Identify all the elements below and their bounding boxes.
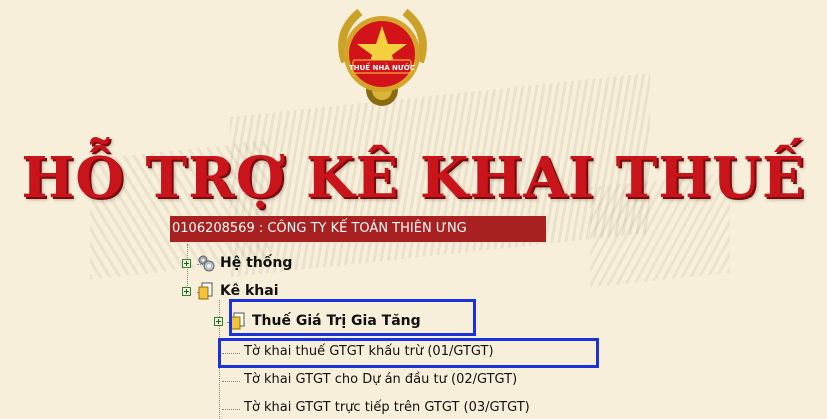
expand-icon[interactable] (214, 316, 223, 326)
document-icon (198, 282, 213, 300)
tree-node-label: Kê khai (220, 283, 279, 299)
expand-icon[interactable] (182, 286, 191, 296)
page-title: HỖ TRỢ KÊ KHAI THUẾ (21, 145, 806, 211)
tree-item-label: Tờ khai GTGT cho Dự án đầu tư (02/GTGT) (244, 372, 518, 387)
tree-node-declaration[interactable]: Kê khai (182, 282, 279, 300)
tree-connector (222, 409, 240, 410)
tree-item-form-02-gtgt[interactable]: Tờ khai GTGT cho Dự án đầu tư (02/GTGT) (244, 372, 517, 387)
gears-icon (198, 255, 215, 272)
expand-icon[interactable] (182, 258, 191, 268)
highlight-box-form-01 (218, 338, 599, 368)
tree-node-system[interactable]: Hệ thống (182, 254, 292, 272)
company-header[interactable]: 0106208569 : CÔNG TY KẾ TOÁN THIÊN ƯNG (170, 216, 546, 242)
tax-emblem-icon: THUẾ NHÀ NƯỚC (338, 8, 427, 106)
highlight-box-vat (229, 299, 476, 336)
emblem-label: THUẾ NHÀ NƯỚC (349, 62, 415, 72)
tree-connector (222, 381, 240, 382)
tree-node-label: Hệ thống (220, 255, 293, 271)
tree-item-label: Tờ khai GTGT trực tiếp trên GTGT (03/GTG… (244, 400, 530, 415)
tree-item-form-03-gtgt[interactable]: Tờ khai GTGT trực tiếp trên GTGT (03/GTG… (244, 400, 530, 415)
